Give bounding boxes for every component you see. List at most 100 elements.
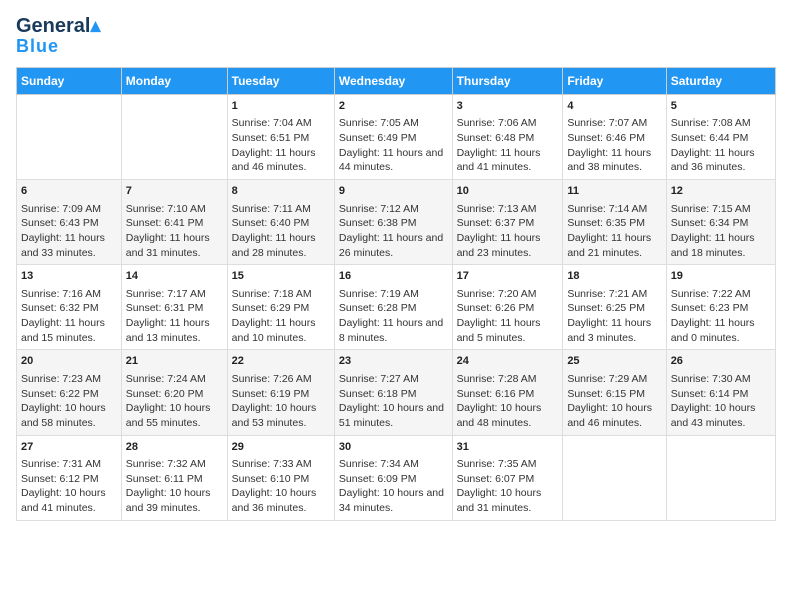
calendar-cell: 6 Sunrise: 7:09 AM Sunset: 6:43 PM Daylig…: [17, 180, 122, 265]
day-content: Sunrise: 7:28 AM Sunset: 6:16 PM Dayligh…: [457, 372, 559, 431]
day-content: Sunrise: 7:14 AM Sunset: 6:35 PM Dayligh…: [567, 202, 661, 261]
calendar-cell: 1 Sunrise: 7:04 AM Sunset: 6:51 PM Daylig…: [227, 95, 334, 180]
calendar-cell: 29 Sunrise: 7:33 AM Sunset: 6:10 PM Dayli…: [227, 435, 334, 520]
calendar-header-saturday: Saturday: [666, 68, 775, 95]
day-content: Sunrise: 7:08 AM Sunset: 6:44 PM Dayligh…: [671, 116, 771, 175]
day-content: Sunrise: 7:09 AM Sunset: 6:43 PM Dayligh…: [21, 202, 117, 261]
day-number: 19: [671, 269, 771, 284]
day-content: Sunrise: 7:16 AM Sunset: 6:32 PM Dayligh…: [21, 287, 117, 346]
day-content: Sunrise: 7:07 AM Sunset: 6:46 PM Dayligh…: [567, 116, 661, 175]
calendar-cell: 16Sunrise: 7:19 AM Sunset: 6:28 PM Dayli…: [334, 265, 452, 350]
calendar-cell: 11 Sunrise: 7:14 AM Sunset: 6:35 PM Dayli…: [563, 180, 666, 265]
day-number: 11: [567, 184, 661, 199]
calendar-cell: 3 Sunrise: 7:06 AM Sunset: 6:48 PM Daylig…: [452, 95, 563, 180]
calendar-cell: 12 Sunrise: 7:15 AM Sunset: 6:34 PM Dayli…: [666, 180, 775, 265]
day-content: Sunrise: 7:21 AM Sunset: 6:25 PM Dayligh…: [567, 287, 661, 346]
calendar-week-row: 1 Sunrise: 7:04 AM Sunset: 6:51 PM Daylig…: [17, 95, 776, 180]
day-content: Sunrise: 7:15 AM Sunset: 6:34 PM Dayligh…: [671, 202, 771, 261]
calendar-cell: 7Sunrise: 7:10 AM Sunset: 6:41 PM Daylig…: [121, 180, 227, 265]
calendar-cell: [666, 435, 775, 520]
logo: General▴ Blue: [16, 16, 101, 57]
calendar-cell: 17 Sunrise: 7:20 AM Sunset: 6:26 PM Dayli…: [452, 265, 563, 350]
day-content: Sunrise: 7:32 AM Sunset: 6:11 PM Dayligh…: [126, 457, 223, 516]
calendar-header-row: SundayMondayTuesdayWednesdayThursdayFrid…: [17, 68, 776, 95]
calendar-cell: 30 Sunrise: 7:34 AM Sunset: 6:09 PM Dayli…: [334, 435, 452, 520]
day-number: 24: [457, 354, 559, 369]
day-number: 21: [126, 354, 223, 369]
day-number: 15: [232, 269, 330, 284]
calendar-cell: 22Sunrise: 7:26 AM Sunset: 6:19 PM Dayli…: [227, 350, 334, 435]
calendar-cell: 5 Sunrise: 7:08 AM Sunset: 6:44 PM Daylig…: [666, 95, 775, 180]
day-number: 30: [339, 440, 448, 455]
day-content: Sunrise: 7:17 AM Sunset: 6:31 PM Dayligh…: [126, 287, 223, 346]
calendar-cell: 27Sunrise: 7:31 AM Sunset: 6:12 PM Dayli…: [17, 435, 122, 520]
calendar-cell: 26Sunrise: 7:30 AM Sunset: 6:14 PM Dayli…: [666, 350, 775, 435]
day-number: 23: [339, 354, 448, 369]
calendar-cell: 31 Sunrise: 7:35 AM Sunset: 6:07 PM Dayli…: [452, 435, 563, 520]
calendar-header-wednesday: Wednesday: [334, 68, 452, 95]
day-content: Sunrise: 7:22 AM Sunset: 6:23 PM Dayligh…: [671, 287, 771, 346]
calendar-cell: [121, 95, 227, 180]
day-number: 14: [126, 269, 223, 284]
day-content: Sunrise: 7:04 AM Sunset: 6:51 PM Dayligh…: [232, 116, 330, 175]
day-number: 13: [21, 269, 117, 284]
day-content: Sunrise: 7:34 AM Sunset: 6:09 PM Dayligh…: [339, 457, 448, 516]
logo-blue: Blue: [16, 36, 59, 57]
calendar-cell: 23 Sunrise: 7:27 AM Sunset: 6:18 PM Dayli…: [334, 350, 452, 435]
calendar-cell: 4 Sunrise: 7:07 AM Sunset: 6:46 PM Daylig…: [563, 95, 666, 180]
day-content: Sunrise: 7:11 AM Sunset: 6:40 PM Dayligh…: [232, 202, 330, 261]
day-content: Sunrise: 7:20 AM Sunset: 6:26 PM Dayligh…: [457, 287, 559, 346]
calendar-header-friday: Friday: [563, 68, 666, 95]
day-number: 17: [457, 269, 559, 284]
calendar-week-row: 20Sunrise: 7:23 AM Sunset: 6:22 PM Dayli…: [17, 350, 776, 435]
calendar-header-monday: Monday: [121, 68, 227, 95]
calendar-cell: 25Sunrise: 7:29 AM Sunset: 6:15 PM Dayli…: [563, 350, 666, 435]
calendar-cell: 28Sunrise: 7:32 AM Sunset: 6:11 PM Dayli…: [121, 435, 227, 520]
calendar-cell: 2 Sunrise: 7:05 AM Sunset: 6:49 PM Daylig…: [334, 95, 452, 180]
day-content: Sunrise: 7:19 AM Sunset: 6:28 PM Dayligh…: [339, 287, 448, 346]
day-number: 29: [232, 440, 330, 455]
day-content: Sunrise: 7:24 AM Sunset: 6:20 PM Dayligh…: [126, 372, 223, 431]
day-content: Sunrise: 7:33 AM Sunset: 6:10 PM Dayligh…: [232, 457, 330, 516]
day-number: 6: [21, 184, 117, 199]
calendar-header-thursday: Thursday: [452, 68, 563, 95]
page-header: General▴ Blue: [16, 16, 776, 57]
day-content: Sunrise: 7:35 AM Sunset: 6:07 PM Dayligh…: [457, 457, 559, 516]
day-number: 1: [232, 99, 330, 114]
calendar-cell: 13 Sunrise: 7:16 AM Sunset: 6:32 PM Dayli…: [17, 265, 122, 350]
day-number: 3: [457, 99, 559, 114]
day-number: 4: [567, 99, 661, 114]
calendar-cell: 20Sunrise: 7:23 AM Sunset: 6:22 PM Dayli…: [17, 350, 122, 435]
day-number: 2: [339, 99, 448, 114]
calendar-cell: 19 Sunrise: 7:22 AM Sunset: 6:23 PM Dayli…: [666, 265, 775, 350]
calendar-week-row: 27Sunrise: 7:31 AM Sunset: 6:12 PM Dayli…: [17, 435, 776, 520]
day-content: Sunrise: 7:06 AM Sunset: 6:48 PM Dayligh…: [457, 116, 559, 175]
day-number: 10: [457, 184, 559, 199]
day-number: 26: [671, 354, 771, 369]
day-content: Sunrise: 7:26 AM Sunset: 6:19 PM Dayligh…: [232, 372, 330, 431]
calendar-cell: 21 Sunrise: 7:24 AM Sunset: 6:20 PM Dayli…: [121, 350, 227, 435]
day-number: 5: [671, 99, 771, 114]
calendar-cell: [17, 95, 122, 180]
day-content: Sunrise: 7:12 AM Sunset: 6:38 PM Dayligh…: [339, 202, 448, 261]
day-number: 12: [671, 184, 771, 199]
calendar-cell: 9Sunrise: 7:12 AM Sunset: 6:38 PM Daylig…: [334, 180, 452, 265]
calendar-week-row: 13 Sunrise: 7:16 AM Sunset: 6:32 PM Dayli…: [17, 265, 776, 350]
calendar-cell: 8 Sunrise: 7:11 AM Sunset: 6:40 PM Daylig…: [227, 180, 334, 265]
calendar-cell: 14 Sunrise: 7:17 AM Sunset: 6:31 PM Dayli…: [121, 265, 227, 350]
day-number: 7: [126, 184, 223, 199]
day-content: Sunrise: 7:05 AM Sunset: 6:49 PM Dayligh…: [339, 116, 448, 175]
calendar-cell: 15Sunrise: 7:18 AM Sunset: 6:29 PM Dayli…: [227, 265, 334, 350]
calendar-table: SundayMondayTuesdayWednesdayThursdayFrid…: [16, 67, 776, 521]
day-number: 8: [232, 184, 330, 199]
day-number: 20: [21, 354, 117, 369]
day-content: Sunrise: 7:13 AM Sunset: 6:37 PM Dayligh…: [457, 202, 559, 261]
day-number: 31: [457, 440, 559, 455]
calendar-header-tuesday: Tuesday: [227, 68, 334, 95]
calendar-header-sunday: Sunday: [17, 68, 122, 95]
calendar-cell: 18Sunrise: 7:21 AM Sunset: 6:25 PM Dayli…: [563, 265, 666, 350]
calendar-cell: [563, 435, 666, 520]
calendar-cell: 24 Sunrise: 7:28 AM Sunset: 6:16 PM Dayli…: [452, 350, 563, 435]
calendar-week-row: 6 Sunrise: 7:09 AM Sunset: 6:43 PM Daylig…: [17, 180, 776, 265]
day-content: Sunrise: 7:27 AM Sunset: 6:18 PM Dayligh…: [339, 372, 448, 431]
